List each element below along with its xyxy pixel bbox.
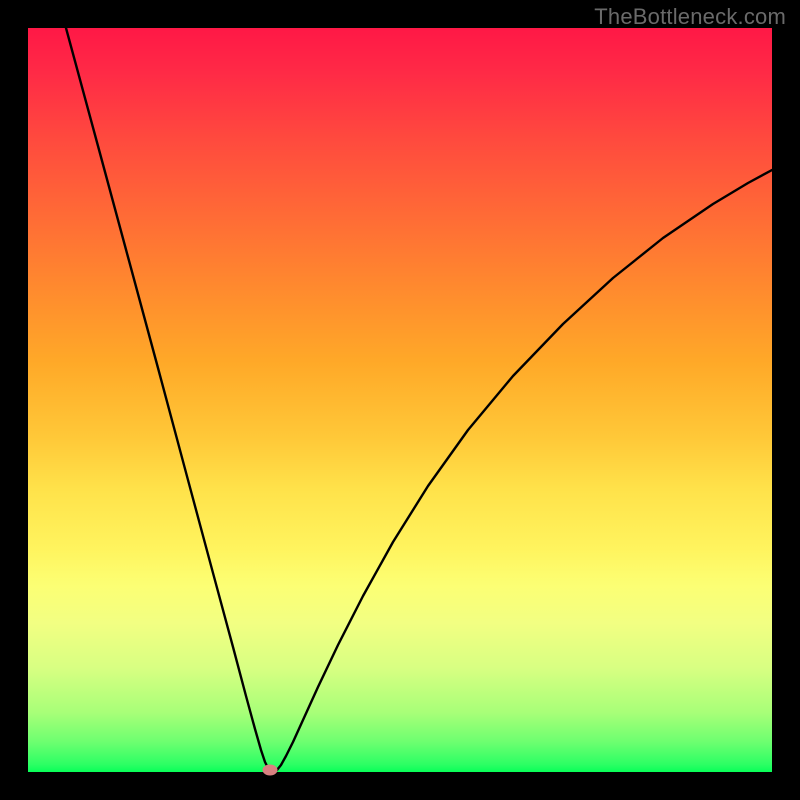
min-point-marker bbox=[263, 765, 278, 776]
watermark-text: TheBottleneck.com bbox=[594, 4, 786, 30]
bottleneck-curve bbox=[28, 28, 772, 772]
